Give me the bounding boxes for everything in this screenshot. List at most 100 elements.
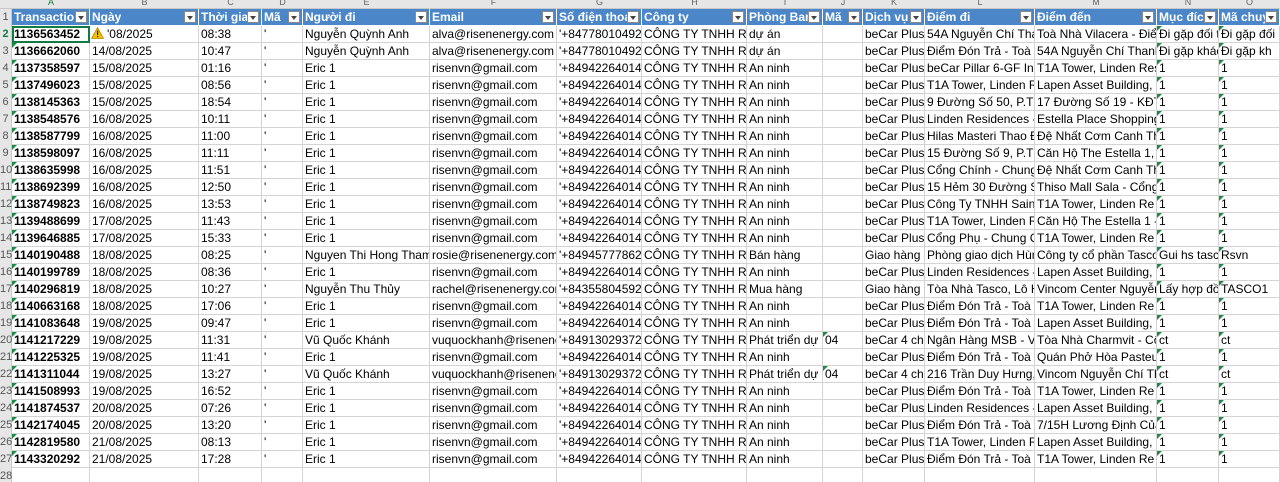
table-cell[interactable]: Eric 1 — [303, 162, 430, 179]
table-cell[interactable]: 1 — [1219, 111, 1280, 128]
table-cell[interactable]: Điểm Đón Trả - Toà — [925, 43, 1035, 60]
table-cell[interactable]: beCar Plus — [863, 94, 925, 111]
table-cell[interactable]: CÔNG TY TNHH RIS — [642, 281, 747, 298]
table-cell[interactable]: 1 — [1219, 264, 1280, 281]
table-cell[interactable]: 1140663168 — [12, 298, 90, 315]
table-cell[interactable]: Eric 1 — [303, 230, 430, 247]
table-cell[interactable]: Eric 1 — [303, 349, 430, 366]
row-number[interactable]: 1 — [0, 9, 11, 26]
table-cell[interactable]: 11:43 — [199, 213, 262, 230]
table-cell[interactable]: CÔNG TY TNHH RIS — [642, 230, 747, 247]
table-cell[interactable]: Đệ Nhất Cơm Canh Th — [1035, 162, 1157, 179]
row-number[interactable]: 5 — [0, 77, 11, 94]
table-cell[interactable]: ' — [262, 315, 303, 332]
table-cell[interactable]: beCar Plus — [863, 111, 925, 128]
row-number[interactable]: 13 — [0, 213, 12, 230]
column-header[interactable]: Mã chuy — [1219, 9, 1280, 26]
table-cell[interactable]: 54A Nguyễn Chí Thanh — [1035, 43, 1157, 60]
column-letter[interactable]: B — [90, 0, 199, 8]
table-cell[interactable]: Eric 1 — [303, 434, 430, 451]
table-cell[interactable]: Quán Phở Hòa Pasteur — [1035, 349, 1157, 366]
table-cell[interactable]: 21/08/2025 — [90, 451, 199, 468]
table-cell[interactable]: ' — [262, 60, 303, 77]
table-cell[interactable]: 16/08/2025 — [90, 145, 199, 162]
table-cell[interactable] — [823, 281, 863, 298]
table-cell[interactable]: Điểm Đón Trả - Toà — [925, 451, 1035, 468]
table-cell[interactable]: '+84942264014 — [557, 349, 642, 366]
table-cell[interactable]: CÔNG TY TNHH RIS — [642, 332, 747, 349]
table-cell[interactable]: 15/08/2025 — [90, 77, 199, 94]
table-cell[interactable]: Linden Residences - — [925, 111, 1035, 128]
table-cell[interactable]: 1 — [1157, 417, 1219, 434]
filter-dropdown-icon[interactable] — [75, 11, 87, 23]
row-number[interactable]: 16 — [0, 264, 12, 281]
table-cell[interactable] — [823, 162, 863, 179]
table-cell[interactable]: 21/08/2025 — [90, 434, 199, 451]
table-cell[interactable]: risenvn@gmail.com — [430, 60, 557, 77]
table-cell[interactable]: CÔNG TY TNHH RIS — [642, 366, 747, 383]
table-cell[interactable]: 10:47 — [199, 43, 262, 60]
row-number[interactable]: 24 — [0, 400, 12, 417]
table-cell[interactable]: 16:52 — [199, 383, 262, 400]
table-cell[interactable]: Đi gặp đối — [1219, 26, 1280, 43]
table-cell[interactable]: 10:27 — [199, 281, 262, 298]
table-cell[interactable]: '+84945777862 — [557, 247, 642, 264]
table-cell[interactable]: Eric 1 — [303, 179, 430, 196]
row-number[interactable]: 8 — [0, 128, 11, 145]
table-cell[interactable]: 1 — [1157, 451, 1219, 468]
column-header[interactable]: Email — [430, 9, 557, 26]
table-cell[interactable]: 1 — [1219, 383, 1280, 400]
table-cell[interactable]: TASCO1 — [1219, 281, 1280, 298]
table-cell[interactable]: An ninh — [747, 111, 823, 128]
table-cell[interactable]: risenvn@gmail.com — [430, 315, 557, 332]
table-cell[interactable]: '+84942264014 — [557, 230, 642, 247]
table-cell[interactable] — [90, 468, 199, 482]
table-cell[interactable]: Điểm Đón Trả - Toà — [925, 349, 1035, 366]
table-cell[interactable]: risenvn@gmail.com — [430, 162, 557, 179]
table-cell[interactable]: '08/2025 — [90, 26, 199, 43]
table-cell[interactable]: dự án — [747, 26, 823, 43]
table-cell[interactable] — [823, 383, 863, 400]
table-cell[interactable] — [823, 264, 863, 281]
table-cell[interactable]: An ninh — [747, 213, 823, 230]
table-cell[interactable]: 19/08/2025 — [90, 383, 199, 400]
table-cell[interactable]: 1141217229 — [12, 332, 90, 349]
column-letter[interactable]: L — [925, 0, 1035, 8]
table-cell[interactable]: Eric 1 — [303, 383, 430, 400]
table-cell[interactable]: Nguyen Thi Hong Tham — [303, 247, 430, 264]
table-cell[interactable]: ' — [262, 230, 303, 247]
table-cell[interactable]: An ninh — [747, 417, 823, 434]
table-cell[interactable]: 7/15H Lương Định Của — [1035, 417, 1157, 434]
table-cell[interactable]: risenvn@gmail.com — [430, 213, 557, 230]
table-cell[interactable]: T1A Tower, Linden Re — [1035, 298, 1157, 315]
table-cell[interactable]: 1 — [1157, 298, 1219, 315]
table-cell[interactable]: '+84942264014 — [557, 145, 642, 162]
table-cell[interactable] — [823, 400, 863, 417]
table-cell[interactable]: CÔNG TY TNHH RIS — [642, 315, 747, 332]
table-cell[interactable]: beCar Plus — [863, 60, 925, 77]
table-cell[interactable] — [1219, 468, 1280, 482]
table-cell[interactable]: CÔNG TY TNHH RIS — [642, 213, 747, 230]
table-cell[interactable]: 1 — [1219, 60, 1280, 77]
table-cell[interactable]: 17 Đường Số 19 - KĐT — [1035, 94, 1157, 111]
table-cell[interactable]: 11:31 — [199, 332, 262, 349]
table-cell[interactable]: Điểm Đón Trả - Toà — [925, 298, 1035, 315]
table-cell[interactable] — [823, 43, 863, 60]
table-cell[interactable]: 1 — [1157, 230, 1219, 247]
table-cell[interactable]: Đệ Nhất Cơm Canh Th — [1035, 128, 1157, 145]
table-cell[interactable]: CÔNG TY TNHH RIS — [642, 94, 747, 111]
table-cell[interactable] — [823, 196, 863, 213]
table-cell[interactable]: Công Ty TNHH Saint- — [925, 196, 1035, 213]
table-cell[interactable]: An ninh — [747, 162, 823, 179]
table-cell[interactable]: An ninh — [747, 383, 823, 400]
table-cell[interactable]: Nguyễn Thu Thủy — [303, 281, 430, 298]
table-cell[interactable]: 18:54 — [199, 94, 262, 111]
column-header[interactable]: Phòng Ban — [747, 9, 823, 26]
table-cell[interactable]: ' — [262, 196, 303, 213]
table-cell[interactable]: 09:47 — [199, 315, 262, 332]
table-cell[interactable]: alva@risenenergy.com — [430, 26, 557, 43]
column-letter[interactable]: O — [1219, 0, 1280, 8]
table-cell[interactable] — [823, 213, 863, 230]
column-header[interactable]: Transactio — [12, 9, 90, 26]
warning-icon[interactable] — [91, 27, 104, 39]
